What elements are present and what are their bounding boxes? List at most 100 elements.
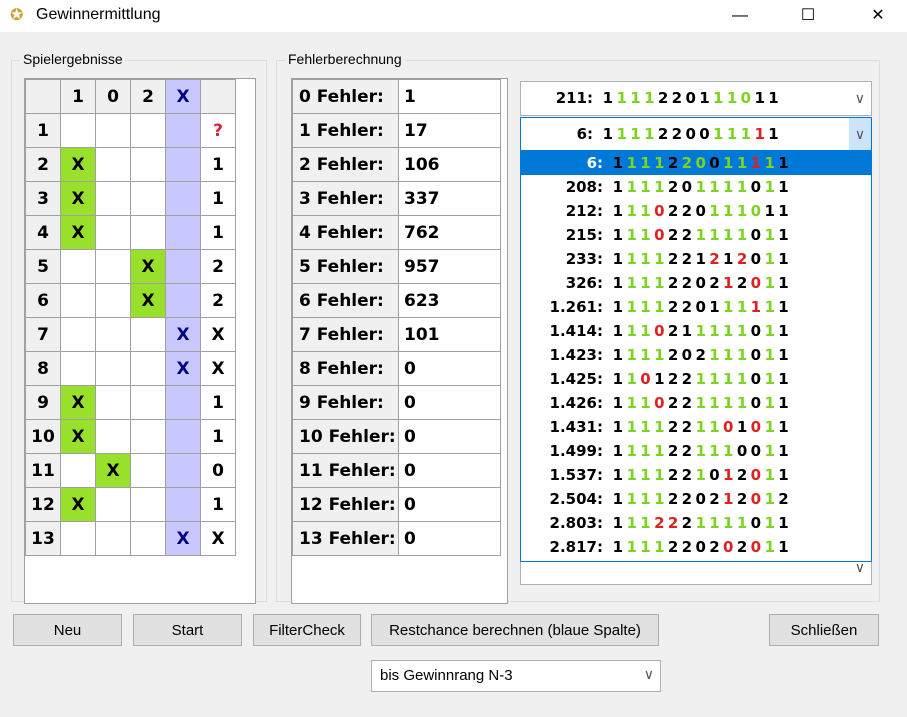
result-cell[interactable]: 1 — [200, 215, 236, 250]
result-cell[interactable]: X — [60, 215, 96, 250]
dropdown-item[interactable]: 215: 1 1 1 0 2 2 1 1 1 1 0 1 1 — [521, 223, 871, 247]
result-cell[interactable] — [95, 181, 131, 216]
dropdown-item[interactable]: 2.817: 1 1 1 1 2 2 0 2 0 2 0 1 1 — [521, 535, 871, 559]
result-cell[interactable]: 1 — [200, 385, 236, 420]
dropdown-item[interactable]: 1.431: 1 1 1 1 2 2 1 1 0 1 0 1 1 — [521, 415, 871, 439]
result-cell[interactable]: 2 — [200, 283, 236, 318]
result-cell[interactable] — [95, 351, 131, 386]
dropdown-item[interactable]: 2.803: 1 1 1 2 2 2 1 1 1 1 0 1 1 — [521, 511, 871, 535]
result-cell[interactable] — [165, 453, 201, 488]
result-cell[interactable]: X — [165, 351, 201, 386]
result-cell[interactable] — [130, 147, 166, 182]
chevron-down-icon[interactable]: ∨ — [855, 90, 865, 107]
result-cell[interactable]: 1 — [200, 147, 236, 182]
result-cell[interactable] — [60, 521, 96, 556]
tip-digit: 1 — [764, 394, 775, 412]
result-cell[interactable] — [165, 181, 201, 216]
result-cell[interactable]: 1 — [200, 181, 236, 216]
result-cell[interactable]: X — [60, 419, 96, 454]
result-cell[interactable] — [60, 453, 96, 488]
dropdown-item[interactable]: 1.426: 1 1 1 0 2 2 1 1 1 1 0 1 1 — [521, 391, 871, 415]
dropdown-item[interactable]: 1.423: 1 1 1 1 2 0 2 1 1 1 0 1 1 — [521, 343, 871, 367]
result-cell[interactable]: X — [200, 351, 236, 386]
close-window-button[interactable]: ✕ — [855, 0, 901, 32]
tip-digit: 1 — [654, 370, 665, 388]
result-cell[interactable] — [130, 521, 166, 556]
result-cell[interactable] — [130, 351, 166, 386]
result-cell[interactable]: 2 — [200, 249, 236, 284]
dropdown-item[interactable]: 212: 1 1 1 0 2 2 0 1 1 1 0 1 1 — [521, 199, 871, 223]
dropdown-item[interactable]: 2.504: 1 1 1 1 2 2 0 2 1 2 0 1 2 — [521, 487, 871, 511]
result-cell[interactable] — [60, 113, 96, 148]
result-cell[interactable] — [165, 147, 201, 182]
result-cell[interactable] — [130, 385, 166, 420]
dropdown-item[interactable]: 326: 1 1 1 1 2 2 0 2 1 2 0 1 1 — [521, 271, 871, 295]
result-cell[interactable] — [130, 453, 166, 488]
maximize-button[interactable]: ☐ — [785, 0, 831, 32]
result-cell[interactable] — [95, 249, 131, 284]
result-cell[interactable]: 1 — [200, 487, 236, 522]
rank-select[interactable]: bis Gewinnrang N-3 ∨ — [371, 660, 661, 692]
result-cell[interactable] — [95, 215, 131, 250]
schliessen-button[interactable]: Schließen — [769, 614, 879, 646]
dropdown-item[interactable]: 1.261: 1 1 1 1 2 2 0 1 1 1 1 1 1 — [521, 295, 871, 319]
chevron-down-icon[interactable]: ∨ — [849, 118, 871, 151]
result-cell[interactable] — [60, 317, 96, 352]
dropdown-item[interactable]: 1.414: 1 1 1 0 2 1 1 1 1 1 0 1 1 — [521, 319, 871, 343]
result-cell[interactable] — [165, 283, 201, 318]
result-cell[interactable] — [95, 521, 131, 556]
combo-6[interactable]: 6: 1 1 1 1 2 2 0 0 1 1 1 1 1 ∨ — [520, 117, 872, 152]
result-cell[interactable] — [130, 317, 166, 352]
result-cell[interactable] — [130, 487, 166, 522]
filtercheck-button[interactable]: FilterCheck — [253, 614, 361, 646]
result-cell[interactable] — [95, 113, 131, 148]
dropdown-item[interactable]: 208: 1 1 1 1 2 0 1 1 1 1 0 1 1 — [521, 175, 871, 199]
result-cell[interactable]: X — [200, 521, 236, 556]
result-cell[interactable] — [165, 385, 201, 420]
result-cell[interactable]: X — [95, 453, 131, 488]
neu-button[interactable]: Neu — [13, 614, 122, 646]
result-cell[interactable] — [95, 487, 131, 522]
tip-digit: 1 — [640, 514, 651, 532]
result-cell[interactable] — [130, 113, 166, 148]
dropdown-item[interactable]: 6: 1 1 1 1 2 2 0 0 1 1 1 1 1 — [521, 151, 871, 175]
result-cell[interactable] — [95, 419, 131, 454]
result-cell[interactable]: 0 — [200, 453, 236, 488]
result-cell[interactable] — [95, 317, 131, 352]
result-cell[interactable] — [95, 147, 131, 182]
result-cell[interactable] — [60, 249, 96, 284]
dropdown-item[interactable]: 233: 1 1 1 1 2 2 1 2 1 2 0 1 1 — [521, 247, 871, 271]
result-cell[interactable]: X — [60, 181, 96, 216]
result-cell[interactable] — [130, 419, 166, 454]
result-cell[interactable]: X — [165, 521, 201, 556]
dropdown-item[interactable]: 1.499: 1 1 1 1 2 2 1 1 1 0 0 1 1 — [521, 439, 871, 463]
result-cell[interactable] — [130, 215, 166, 250]
result-cell[interactable] — [165, 113, 201, 148]
result-cell[interactable] — [165, 215, 201, 250]
result-cell[interactable]: X — [60, 385, 96, 420]
result-cell[interactable]: ? — [200, 113, 236, 148]
result-cell[interactable]: X — [130, 283, 166, 318]
result-cell[interactable] — [95, 385, 131, 420]
result-cell[interactable] — [165, 487, 201, 522]
result-cell[interactable]: X — [200, 317, 236, 352]
combo-dropdown-list[interactable]: 6: 1 1 1 1 2 2 0 0 1 1 1 1 1 208: 1 1 1 1 2 0 1 1 1 1 0 1 1 212: 1 1 1 0… — [520, 150, 872, 562]
minimize-button[interactable]: — — [717, 0, 763, 32]
start-button[interactable]: Start — [133, 614, 242, 646]
result-cell[interactable]: X — [130, 249, 166, 284]
result-cell[interactable]: X — [60, 487, 96, 522]
result-cell[interactable] — [165, 419, 201, 454]
result-cell[interactable]: 1 — [200, 419, 236, 454]
result-cell[interactable]: X — [165, 317, 201, 352]
dropdown-item[interactable]: 1.537: 1 1 1 1 2 2 1 0 1 2 0 1 1 — [521, 463, 871, 487]
result-cell[interactable] — [95, 283, 131, 318]
result-cell[interactable] — [60, 351, 96, 386]
dropdown-item[interactable]: 1.425: 1 1 0 1 2 2 1 1 1 1 0 1 1 — [521, 367, 871, 391]
result-cell[interactable] — [130, 181, 166, 216]
result-cell[interactable] — [165, 249, 201, 284]
result-cell[interactable]: X — [60, 147, 96, 182]
restchance-button[interactable]: Restchance berechnen (blaue Spalte) — [371, 614, 659, 646]
chevron-down-icon[interactable]: ∨ — [644, 666, 654, 683]
result-cell[interactable] — [60, 283, 96, 318]
combo-211[interactable]: 211: 1 1 1 1 2 2 0 1 1 1 0 1 1 ∨ — [520, 81, 872, 116]
